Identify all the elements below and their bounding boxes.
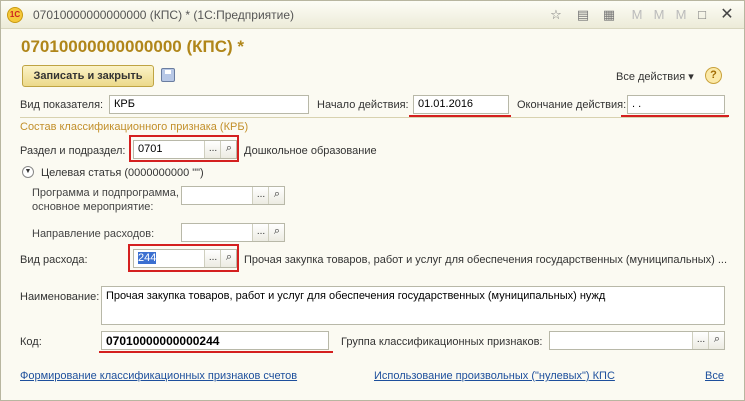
section-title: Состав классификационного признака (КРБ)	[20, 121, 249, 133]
zero-kps-link[interactable]: Использование произвольных ("нулевых") К…	[374, 370, 615, 382]
group-label: Группа классификационных признаков:	[341, 336, 543, 348]
forming-link[interactable]: Формирование классификационных признаков…	[20, 370, 297, 382]
code-label: Код:	[20, 336, 42, 348]
window-title: 07010000000000000 (КПС) * (1С:Предприяти…	[33, 8, 295, 22]
razdel-highlight	[129, 135, 239, 162]
expense-type-highlight	[128, 244, 239, 272]
group-field[interactable]: ... ⌕	[549, 331, 725, 350]
razdel-label: Раздел и подраздел:	[20, 145, 126, 157]
save-and-close-button[interactable]: Записать и закрыть	[22, 65, 154, 87]
indicator-type-label: Вид показателя:	[20, 99, 104, 111]
indicator-type-field[interactable]: КРБ	[109, 95, 309, 114]
program-search-icon[interactable]: ⌕	[268, 187, 284, 204]
all-actions-menu[interactable]: Все действия ▾	[616, 70, 694, 83]
star-icon[interactable]: ☆	[548, 7, 564, 23]
code-highlight	[99, 351, 333, 353]
memory-minus-icon[interactable]: M	[673, 7, 689, 23]
title-bar: 1С 07010000000000000 (КПС) * (1С:Предпри…	[1, 1, 744, 29]
program-label-line2: основное мероприятие:	[32, 201, 154, 213]
close-icon[interactable]: ✕	[717, 5, 737, 25]
minimize-icon[interactable]: □	[694, 7, 710, 23]
name-label: Наименование:	[20, 291, 100, 303]
section-divider	[20, 117, 728, 118]
save-disk-icon[interactable]	[161, 68, 175, 82]
razdel-description: Дошкольное образование	[244, 145, 377, 157]
page-title: 07010000000000000 (КПС) *	[21, 37, 244, 56]
end-date-field[interactable]: . .	[627, 95, 725, 114]
code-field[interactable]: 07010000000000244	[101, 331, 329, 350]
target-article-label: Целевая статья (0000000000 "")	[41, 167, 204, 179]
program-select-button[interactable]: ...	[252, 187, 269, 204]
group-search-icon[interactable]: ⌕	[708, 332, 724, 349]
form-window: 1С 07010000000000000 (КПС) * (1С:Предпри…	[0, 0, 745, 401]
list-icon[interactable]: ▤	[575, 7, 591, 23]
direction-search-icon[interactable]: ⌕	[268, 224, 284, 241]
all-link[interactable]: Все	[705, 370, 724, 382]
group-select-button[interactable]: ...	[692, 332, 709, 349]
memory-icon[interactable]: M	[629, 7, 645, 23]
collapse-icon[interactable]: ▼	[22, 166, 34, 178]
expense-type-description: Прочая закупка товаров, работ и услуг дл…	[244, 254, 727, 266]
program-field[interactable]: ... ⌕	[181, 186, 285, 205]
memory-plus-icon[interactable]: M	[651, 7, 667, 23]
expense-type-label: Вид расхода:	[20, 254, 88, 266]
direction-field[interactable]: ... ⌕	[181, 223, 285, 242]
calculator-icon[interactable]: ▦	[601, 7, 617, 23]
direction-select-button[interactable]: ...	[252, 224, 269, 241]
app-logo-icon[interactable]: 1С	[7, 7, 23, 23]
end-date-label: Окончание действия:	[517, 99, 627, 111]
start-date-field[interactable]: 01.01.2016	[413, 95, 509, 114]
help-icon[interactable]: ?	[705, 67, 722, 84]
program-label-line1: Программа и подпрограмма,	[32, 187, 179, 199]
start-date-label: Начало действия:	[317, 99, 409, 111]
name-textarea[interactable]: Прочая закупка товаров, работ и услуг дл…	[101, 286, 725, 325]
direction-label: Направление расходов:	[32, 228, 155, 240]
